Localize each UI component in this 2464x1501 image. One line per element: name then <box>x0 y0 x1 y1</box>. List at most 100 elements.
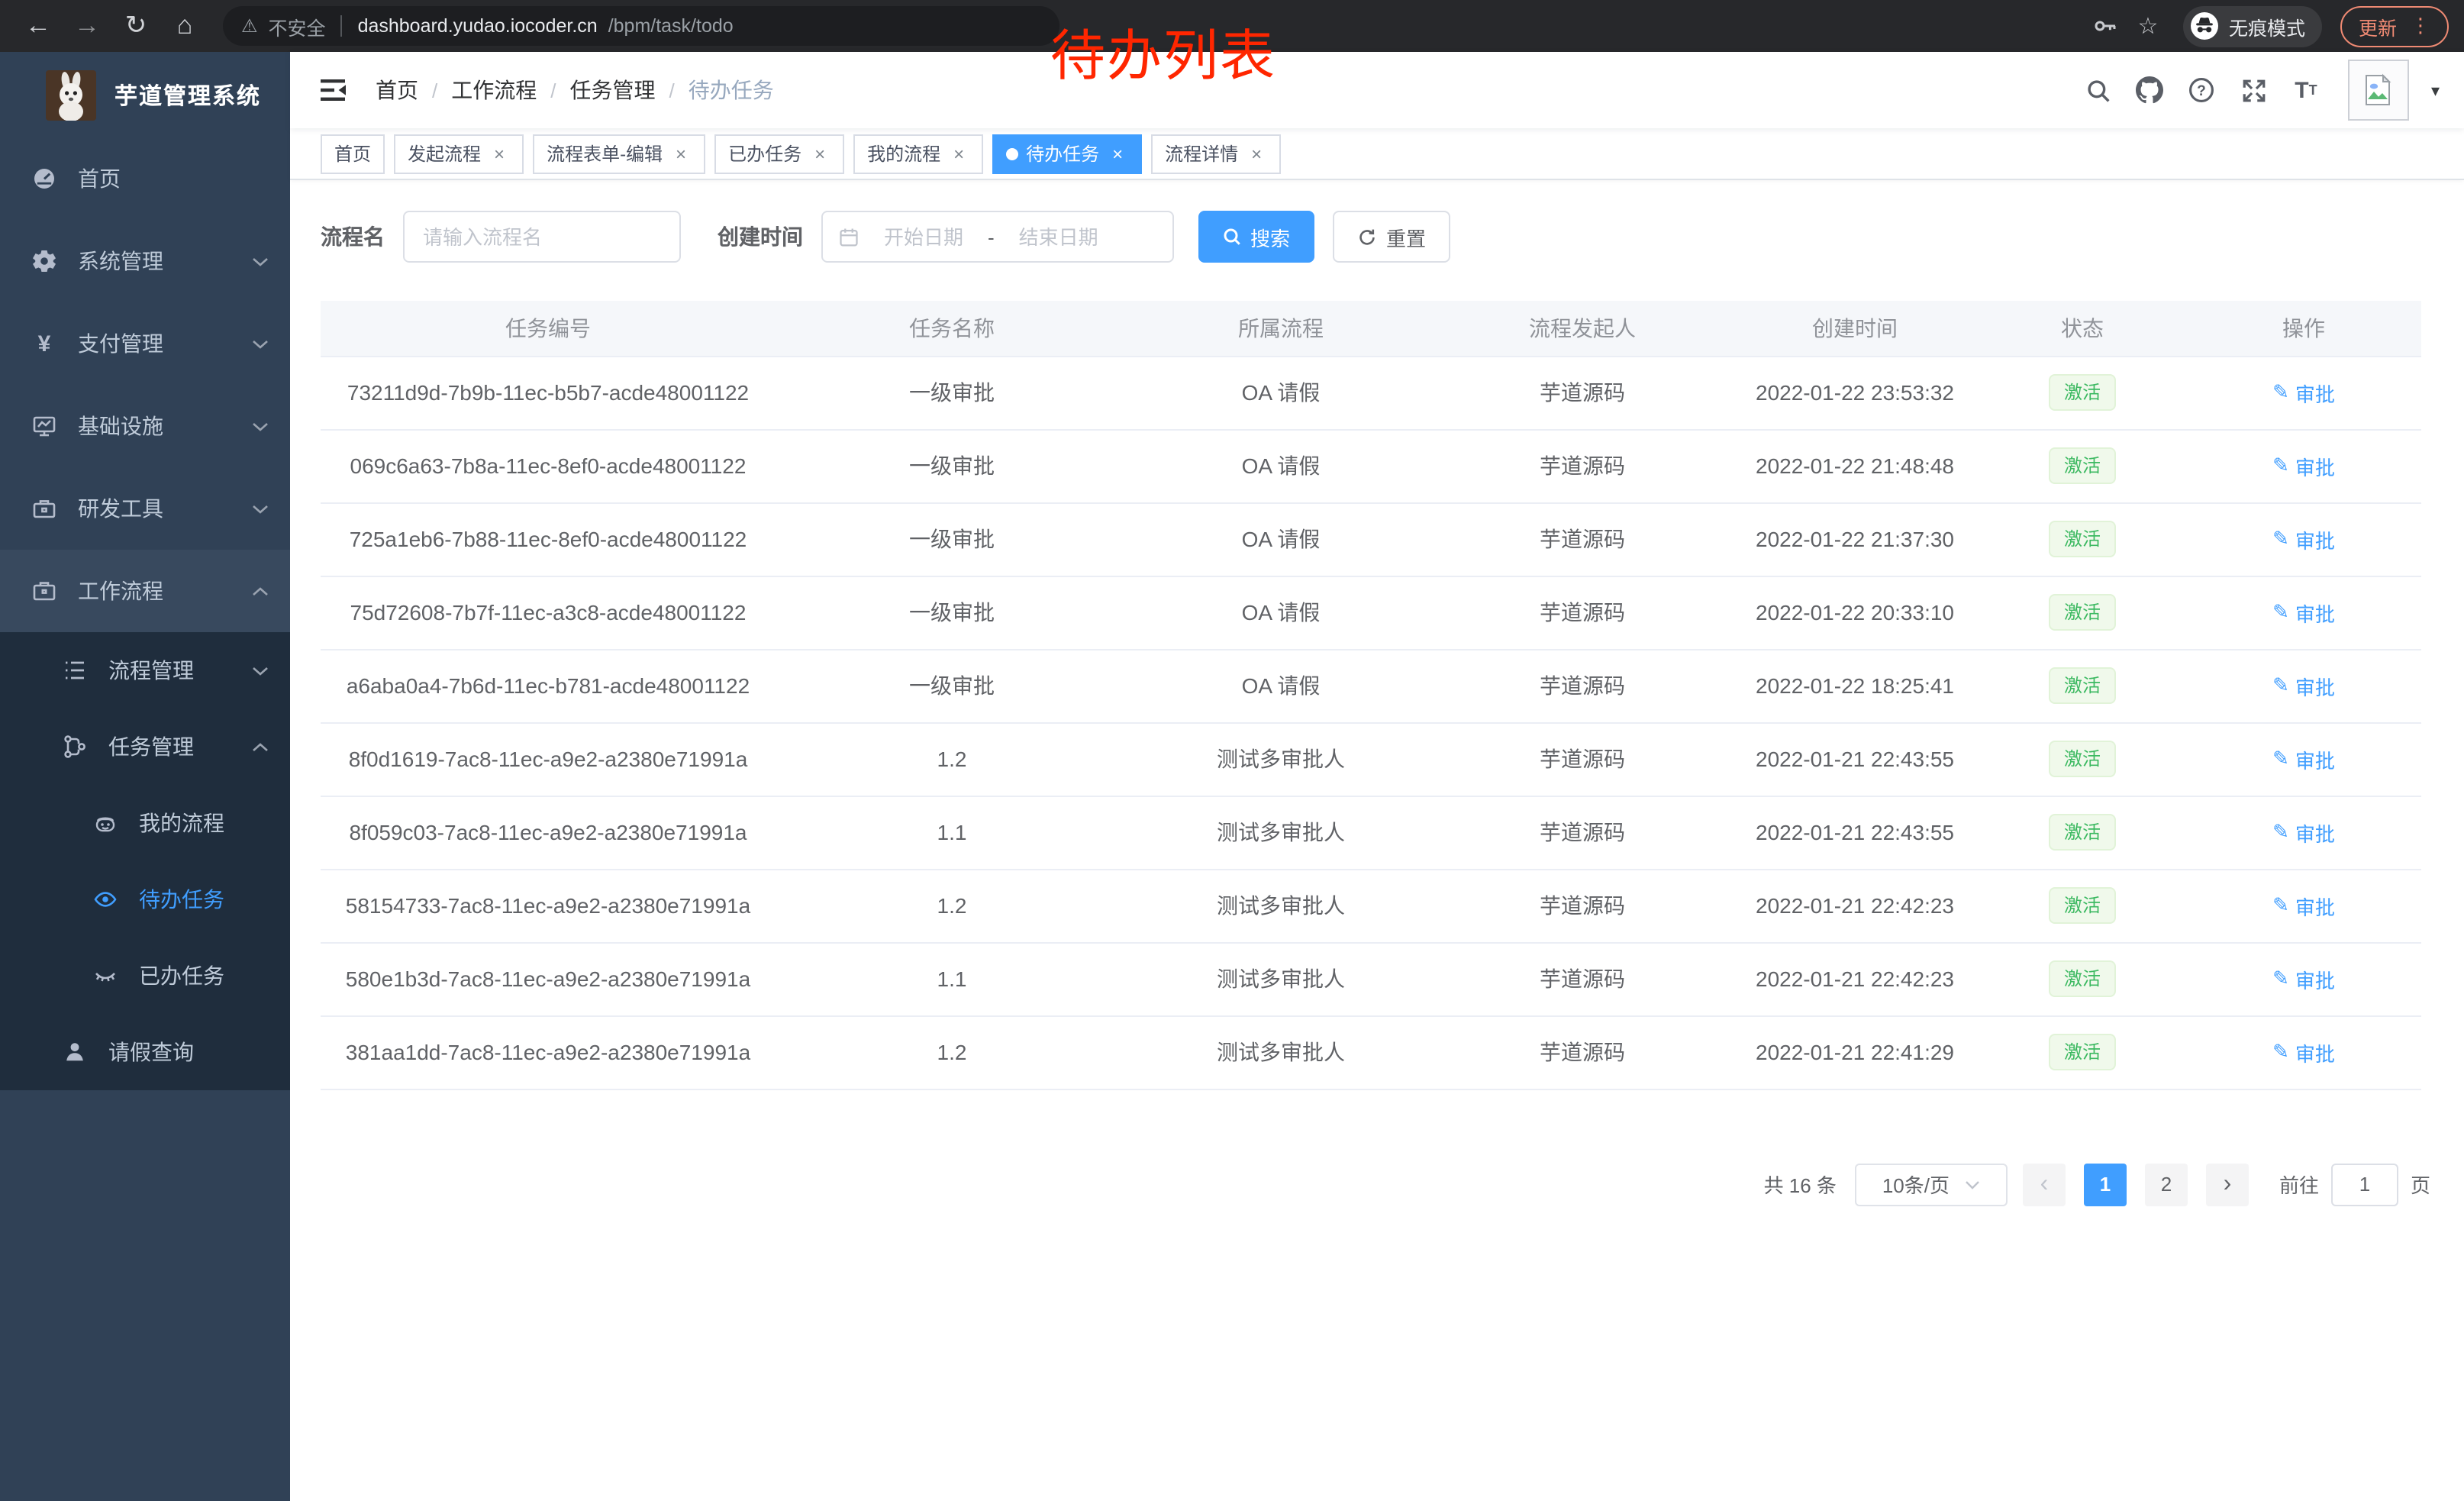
tab-my-process[interactable]: 我的流程× <box>853 134 983 173</box>
browser-menu-icon[interactable]: ⋮ <box>2411 14 2430 38</box>
breadcrumb-item[interactable]: 首页 <box>376 75 418 105</box>
tab-label: 首页 <box>334 140 371 166</box>
approve-button[interactable]: ✎审批 <box>2272 451 2335 480</box>
approve-button[interactable]: ✎审批 <box>2272 525 2335 554</box>
chevron-up-icon <box>252 741 269 752</box>
app-logo-row[interactable]: 芋道管理系统 <box>0 52 290 137</box>
tab-todo-tasks[interactable]: 待办任务× <box>992 134 1142 173</box>
cell-starter: 芋道源码 <box>1434 1015 1731 1089</box>
col-starter: 流程发起人 <box>1434 301 1731 356</box>
approve-button[interactable]: ✎审批 <box>2272 598 2335 627</box>
prev-page-button[interactable]: ‹ <box>2023 1163 2066 1206</box>
github-icon[interactable] <box>2132 72 2169 108</box>
edit-icon: ✎ <box>2272 673 2289 698</box>
approve-button[interactable]: ✎审批 <box>2272 378 2335 407</box>
svg-text:?: ? <box>2198 83 2207 99</box>
sidebar-item-infrastructure[interactable]: 基础设施 <box>0 385 290 467</box>
start-date-input[interactable] <box>869 224 979 250</box>
sidebar-item-done-tasks[interactable]: 已办任务 <box>0 938 290 1014</box>
eye-closed-icon <box>93 964 118 988</box>
close-icon[interactable]: × <box>809 143 830 164</box>
tab-form-edit[interactable]: 流程表单-编辑× <box>533 134 705 173</box>
cell-created: 2022-01-21 22:43:55 <box>1731 722 1979 796</box>
sidebar-item-label: 待办任务 <box>139 884 224 915</box>
sidebar-item-todo-tasks[interactable]: 待办任务 <box>0 861 290 938</box>
sidebar-collapse-icon[interactable] <box>321 75 351 105</box>
sidebar-item-system[interactable]: 系统管理 <box>0 220 290 302</box>
sidebar-item-payment[interactable]: ¥ 支付管理 <box>0 302 290 385</box>
cell-task-name: 一级审批 <box>776 502 1128 576</box>
cell-starter: 芋道源码 <box>1434 649 1731 722</box>
breadcrumb-item[interactable]: 工作流程 <box>451 75 537 105</box>
cell-process: 测试多审批人 <box>1128 1015 1434 1089</box>
sidebar-item-label: 研发工具 <box>78 493 163 524</box>
approve-button[interactable]: ✎审批 <box>2272 891 2335 920</box>
address-bar[interactable]: ⚠ 不安全 dashboard.yudao.iocoder.cn/bpm/tas… <box>223 6 1059 46</box>
approve-button[interactable]: ✎审批 <box>2272 671 2335 700</box>
bookmark-star-icon[interactable]: ☆ <box>2128 6 2168 46</box>
next-page-button[interactable]: › <box>2206 1163 2249 1206</box>
sidebar-item-task-management[interactable]: 任务管理 <box>0 709 290 785</box>
tab-process-detail[interactable]: 流程详情 × <box>1151 134 1281 173</box>
browser-home-icon[interactable]: ⌂ <box>162 5 208 47</box>
close-icon[interactable]: × <box>670 143 692 164</box>
avatar[interactable] <box>2349 60 2410 121</box>
close-icon[interactable]: × <box>948 143 969 164</box>
tab-done-tasks[interactable]: 已办任务× <box>714 134 844 173</box>
page-button-1[interactable]: 1 <box>2084 1163 2127 1206</box>
yen-icon: ¥ <box>32 331 56 356</box>
page-size-select[interactable]: 10条/页 <box>1855 1163 2008 1206</box>
cell-task-name: 一级审批 <box>776 649 1128 722</box>
browser-back-icon[interactable]: ← <box>15 5 61 47</box>
cell-created: 2022-01-22 21:48:48 <box>1731 429 1979 502</box>
tab-label: 流程详情 <box>1165 140 1238 166</box>
caret-down-icon[interactable]: ▾ <box>2431 80 2440 100</box>
search-button-label: 搜索 <box>1250 222 1290 251</box>
sidebar-item-process-management[interactable]: 流程管理 <box>0 632 290 709</box>
sidebar-item-devtools[interactable]: 研发工具 <box>0 467 290 550</box>
fullscreen-icon[interactable] <box>2236 72 2272 108</box>
sidebar-item-leave-query[interactable]: 请假查询 <box>0 1014 290 1090</box>
cell-created: 2022-01-22 18:25:41 <box>1731 649 1979 722</box>
status-badge: 激活 <box>2049 741 2116 777</box>
approve-button[interactable]: ✎审批 <box>2272 1038 2335 1067</box>
end-date-input[interactable] <box>1004 224 1114 250</box>
chevron-down-icon <box>252 665 269 676</box>
approve-button[interactable]: ✎审批 <box>2272 964 2335 993</box>
password-key-icon[interactable] <box>2085 6 2125 46</box>
refresh-icon <box>1357 227 1377 247</box>
process-name-input[interactable] <box>403 211 681 263</box>
robot-icon <box>93 811 118 835</box>
cell-task-id: 8f059c03-7ac8-11ec-a9e2-a2380e71991a <box>321 796 776 869</box>
page-button-2[interactable]: 2 <box>2145 1163 2188 1206</box>
tab-start-process[interactable]: 发起流程× <box>394 134 524 173</box>
browser-forward-icon[interactable]: → <box>64 5 110 47</box>
reset-button-label: 重置 <box>1386 222 1426 251</box>
approve-button[interactable]: ✎审批 <box>2272 744 2335 773</box>
close-icon[interactable]: × <box>1107 143 1128 164</box>
search-icon[interactable] <box>2080 72 2117 108</box>
help-icon[interactable]: ? <box>2184 72 2221 108</box>
browser-update-button[interactable]: 更新 ⋮ <box>2340 5 2449 47</box>
cell-process: OA 请假 <box>1128 649 1434 722</box>
cell-process: 测试多审批人 <box>1128 869 1434 942</box>
breadcrumb-item[interactable]: 任务管理 <box>570 75 656 105</box>
tab-home[interactable]: 首页 <box>321 134 385 173</box>
sidebar-item-home[interactable]: 首页 <box>0 137 290 220</box>
status-badge: 激活 <box>2049 814 2116 851</box>
edit-icon: ✎ <box>2272 527 2289 551</box>
cell-task-id: 58154733-7ac8-11ec-a9e2-a2380e71991a <box>321 869 776 942</box>
page-size-value: 10条/页 <box>1882 1170 1950 1199</box>
sidebar-item-my-process[interactable]: 我的流程 <box>0 785 290 861</box>
reset-button[interactable]: 重置 <box>1333 211 1450 263</box>
goto-page-input[interactable] <box>2331 1163 2398 1206</box>
close-icon[interactable]: × <box>1246 143 1267 164</box>
approve-button[interactable]: ✎审批 <box>2272 818 2335 847</box>
search-button[interactable]: 搜索 <box>1198 211 1314 263</box>
sidebar-item-workflow[interactable]: 工作流程 <box>0 550 290 632</box>
cell-process: OA 请假 <box>1128 429 1434 502</box>
browser-reload-icon[interactable]: ↻ <box>113 5 159 47</box>
close-icon[interactable]: × <box>489 143 510 164</box>
font-size-icon[interactable]: TT <box>2288 72 2324 108</box>
date-range-picker[interactable]: - <box>821 211 1174 263</box>
